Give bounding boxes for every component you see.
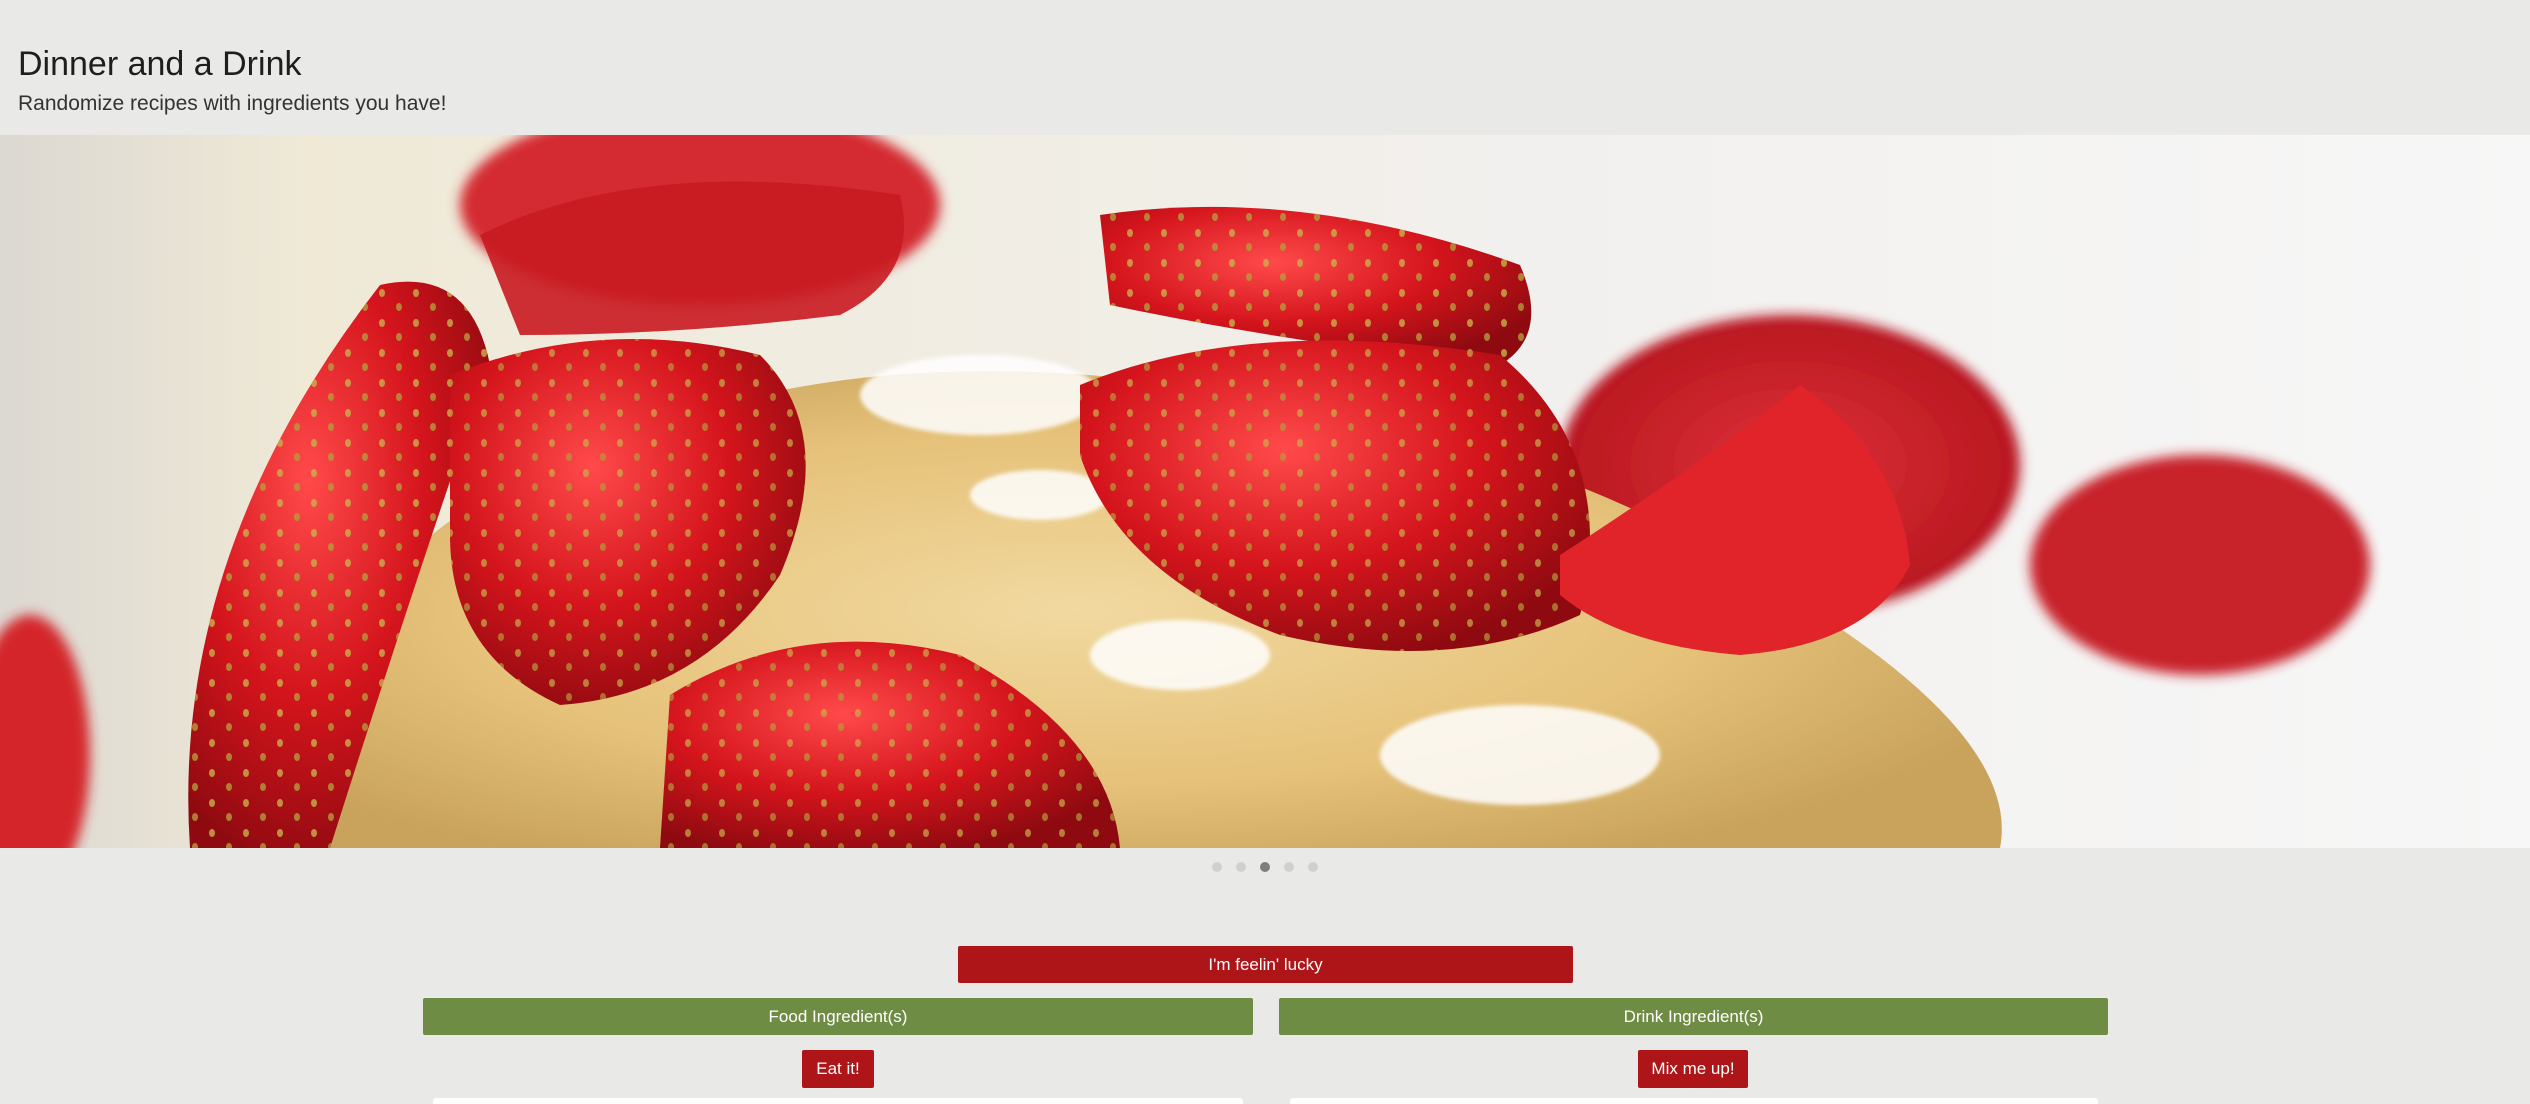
drink-results-panel [1290,1098,2098,1104]
mix-me-up-button[interactable]: Mix me up! [1638,1050,1748,1088]
drink-ingredients-button[interactable]: Drink Ingredient(s) [1279,998,2108,1035]
food-results-panel [433,1098,1243,1104]
carousel-dot-1[interactable] [1212,862,1222,872]
carousel-slide-image [0,135,2530,848]
carousel-dot-3[interactable] [1260,862,1270,872]
image-carousel[interactable] [0,135,2530,848]
carousel-indicators [0,862,2530,872]
carousel-dot-5[interactable] [1308,862,1318,872]
site-tagline: Randomize recipes with ingredients you h… [18,92,447,115]
site-title: Dinner and a Drink [18,45,302,83]
food-ingredients-button[interactable]: Food Ingredient(s) [423,998,1253,1035]
carousel-dot-4[interactable] [1284,862,1294,872]
site-header: Dinner and a Drink Randomize recipes wit… [18,42,446,118]
carousel-dot-2[interactable] [1236,862,1246,872]
feeling-lucky-button[interactable]: I'm feelin' lucky [958,946,1573,983]
eat-it-button[interactable]: Eat it! [802,1050,874,1088]
